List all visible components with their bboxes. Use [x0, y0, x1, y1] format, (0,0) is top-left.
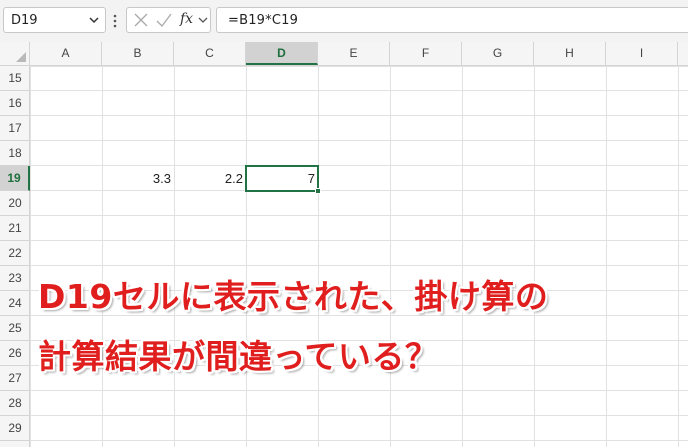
- gridline: [30, 140, 688, 141]
- gridline: [30, 390, 688, 391]
- more-options-icon[interactable]: [111, 12, 119, 30]
- row-header-21[interactable]: 21: [0, 216, 30, 241]
- insert-function-icon[interactable]: fx: [180, 11, 193, 27]
- select-all-button[interactable]: [0, 42, 30, 65]
- column-header-i[interactable]: I: [606, 42, 678, 65]
- annotation-line-2: 計算結果が間違っている？: [38, 337, 439, 376]
- enter-check-icon[interactable]: [156, 11, 172, 29]
- row-header-23[interactable]: 23: [0, 266, 30, 291]
- gridline: [30, 90, 688, 91]
- chevron-down-icon[interactable]: [197, 11, 209, 29]
- active-cell-border: [245, 165, 319, 192]
- fill-handle[interactable]: [315, 188, 321, 194]
- column-header-g[interactable]: G: [462, 42, 534, 65]
- row-header-28[interactable]: 28: [0, 391, 30, 416]
- gridline: [30, 440, 688, 441]
- formula-bar: D19 fx =B19*C19: [0, 0, 688, 42]
- column-header-c[interactable]: C: [174, 42, 246, 65]
- name-box[interactable]: D19: [3, 7, 106, 33]
- row-header-29[interactable]: 29: [0, 416, 30, 441]
- chevron-down-icon[interactable]: [87, 11, 101, 29]
- column-header-h[interactable]: H: [534, 42, 606, 65]
- row-header-24[interactable]: 24: [0, 291, 30, 316]
- column-header-f[interactable]: F: [390, 42, 462, 65]
- column-header-d[interactable]: D: [246, 42, 318, 65]
- name-box-value[interactable]: D19: [11, 13, 38, 28]
- formula-controls: fx: [126, 7, 211, 33]
- cell-b19[interactable]: 3.3: [102, 166, 174, 191]
- formula-input[interactable]: =B19*C19: [216, 7, 688, 33]
- gridline: [30, 215, 688, 216]
- row-headers: 15 16 17 18 19 20 21 22 23 24 25 26 27 2…: [0, 66, 30, 447]
- cell-grid[interactable]: 3.3 2.2 7: [30, 66, 688, 447]
- column-headers: A B C D E F G H I: [0, 42, 688, 66]
- gridline: [30, 265, 688, 266]
- row-header-15[interactable]: 15: [0, 66, 30, 91]
- column-header-a[interactable]: A: [30, 42, 102, 65]
- gridline: [30, 415, 688, 416]
- cell-c19[interactable]: 2.2: [174, 166, 246, 191]
- row-header-20[interactable]: 20: [0, 191, 30, 216]
- row-header-17[interactable]: 17: [0, 116, 30, 141]
- annotation-line-1: D19セルに表示された、掛け算の: [38, 277, 549, 316]
- row-header-22[interactable]: 22: [0, 241, 30, 266]
- row-header-19[interactable]: 19: [0, 166, 30, 191]
- row-header-30[interactable]: 30: [0, 441, 30, 447]
- formula-text[interactable]: =B19*C19: [228, 13, 298, 28]
- row-header-18[interactable]: 18: [0, 141, 30, 166]
- row-header-26[interactable]: 26: [0, 341, 30, 366]
- column-header-b[interactable]: B: [102, 42, 174, 65]
- row-header-25[interactable]: 25: [0, 316, 30, 341]
- cancel-icon[interactable]: [133, 11, 149, 29]
- column-header-e[interactable]: E: [318, 42, 390, 65]
- gridline: [30, 115, 688, 116]
- select-all-triangle-icon: [16, 52, 26, 62]
- gridline: [30, 240, 688, 241]
- row-header-27[interactable]: 27: [0, 366, 30, 391]
- row-header-16[interactable]: 16: [0, 91, 30, 116]
